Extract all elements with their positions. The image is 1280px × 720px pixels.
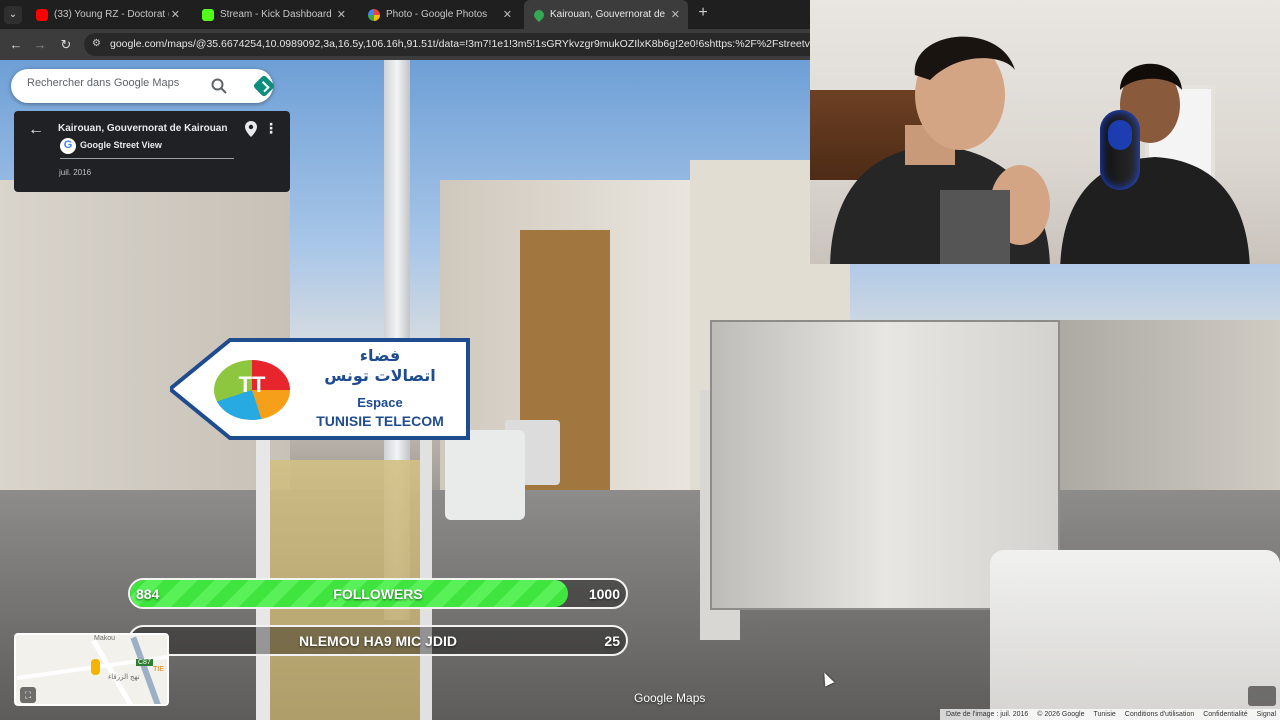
copyright: © 2026 Google	[1037, 711, 1085, 718]
google-photos-icon	[368, 8, 380, 21]
webcam-overlay	[810, 0, 1280, 264]
followers-target: 1000	[588, 586, 620, 602]
close-icon[interactable]: ✕	[671, 8, 680, 21]
browser-toolbar: ← → ↻ ⚙ google.com/maps/@35.6674254,10.0…	[0, 29, 824, 60]
terms-link[interactable]: Conditions d'utilisation	[1125, 711, 1194, 718]
tunisie-telecom-sign: TT فضاء اتصالات تونس Espace TUNISIE TELE…	[170, 338, 470, 440]
map-road-number: C87	[136, 659, 153, 666]
back-arrow-icon[interactable]: ←	[6, 35, 26, 55]
new-tab-button[interactable]: +	[694, 4, 712, 24]
expand-icon[interactable]: ⛶	[20, 687, 36, 703]
sign-arabic-line1: فضاء	[359, 346, 401, 365]
mic-goal-target: 25	[604, 633, 620, 649]
tab-google-photos[interactable]: Photo - Google Photos ✕	[358, 0, 520, 29]
sign-arabic-line2: اتصالات تونس	[324, 366, 436, 385]
mic-goal-bar: 0 NLEMOU HA9 MIC JDID 25	[128, 625, 628, 656]
youtube-icon	[36, 8, 48, 21]
site-info-icon[interactable]: ⚙	[92, 38, 104, 50]
van	[445, 430, 525, 520]
back-arrow-icon[interactable]: ←	[28, 121, 44, 139]
url-text[interactable]: google.com/maps/@35.6674254,10.0989092,3…	[110, 38, 810, 50]
reload-icon[interactable]: ↻	[56, 35, 76, 55]
kick-icon	[202, 8, 214, 21]
close-icon[interactable]: ✕	[171, 8, 180, 21]
followers-goal-bar: 884 FOLLOWERS 1000	[128, 578, 628, 609]
map-label: TIE	[153, 666, 164, 673]
browser-tab-bar: ⌄ (33) Young RZ - Doctorat (Offic ✕ Stre…	[0, 0, 810, 29]
location-title: Kairouan, Gouvernorat de Kairouan	[58, 123, 228, 134]
tab-title: Stream - Kick Dashboard	[220, 9, 332, 20]
tab-kick-dashboard[interactable]: Stream - Kick Dashboard ✕	[192, 0, 354, 29]
sign-french-line1: Espace	[357, 395, 403, 410]
forward-arrow-icon[interactable]: →	[30, 35, 50, 55]
divider	[60, 158, 234, 159]
tab-youtube[interactable]: (33) Young RZ - Doctorat (Offic ✕	[26, 0, 188, 29]
layers-icon[interactable]	[1248, 686, 1276, 706]
privacy-link[interactable]: Confidentialité	[1203, 711, 1247, 718]
google-maps-logo: Google Maps	[634, 691, 706, 705]
capture-date[interactable]: juil. 2016	[59, 168, 91, 177]
tt-logo-text: TT	[238, 372, 266, 397]
image-date: Date de l'image : juil. 2016	[946, 711, 1029, 718]
more-options-icon[interactable]: ⋮	[264, 121, 278, 135]
tab-title: (33) Young RZ - Doctorat (Offic	[54, 9, 169, 20]
tab-title: Kairouan, Gouvernorat de Kairo	[550, 9, 665, 20]
pickup-truck	[990, 550, 1280, 720]
search-icon[interactable]	[210, 77, 228, 95]
streamer-person	[830, 36, 1050, 264]
mic-goal-label: NLEMOU HA9 MIC JDID	[299, 633, 457, 649]
close-icon[interactable]: ✕	[503, 8, 512, 21]
microphone	[1100, 110, 1140, 190]
map-label: Makou	[94, 635, 116, 642]
maps-footer: Date de l'image : juil. 2016 © 2026 Goog…	[940, 709, 1280, 720]
street-view-label: Google Street View	[80, 140, 162, 150]
tab-title: Photo - Google Photos	[386, 9, 488, 20]
google-g-icon: G	[60, 138, 76, 154]
tab-google-maps[interactable]: Kairouan, Gouvernorat de Kairo ✕	[524, 0, 688, 29]
tab-search-chevron-icon[interactable]: ⌄	[4, 6, 22, 24]
map-label: نهج الزرقاء	[108, 674, 140, 681]
country-link[interactable]: Tunisie	[1093, 711, 1115, 718]
second-person	[1060, 63, 1250, 264]
followers-goal-label: FOLLOWERS	[333, 586, 423, 602]
street-view-info-card: ← Kairouan, Gouvernorat de Kairouan G Go…	[14, 111, 290, 192]
location-pin-icon[interactable]	[245, 121, 257, 137]
maps-search-box[interactable]	[11, 69, 276, 103]
close-icon[interactable]: ✕	[337, 8, 346, 21]
minimap[interactable]: Makou C87 نهج الزرقاء TIE ⛶	[14, 633, 169, 706]
search-input[interactable]	[27, 77, 207, 89]
report-link[interactable]: Signal	[1257, 711, 1276, 718]
google-maps-icon	[531, 7, 547, 22]
address-bar[interactable]: ⚙ google.com/maps/@35.6674254,10.0989092…	[84, 33, 824, 56]
pegman-icon[interactable]	[91, 659, 100, 675]
sign-french-line2: TUNISIE TELECOM	[316, 413, 444, 429]
